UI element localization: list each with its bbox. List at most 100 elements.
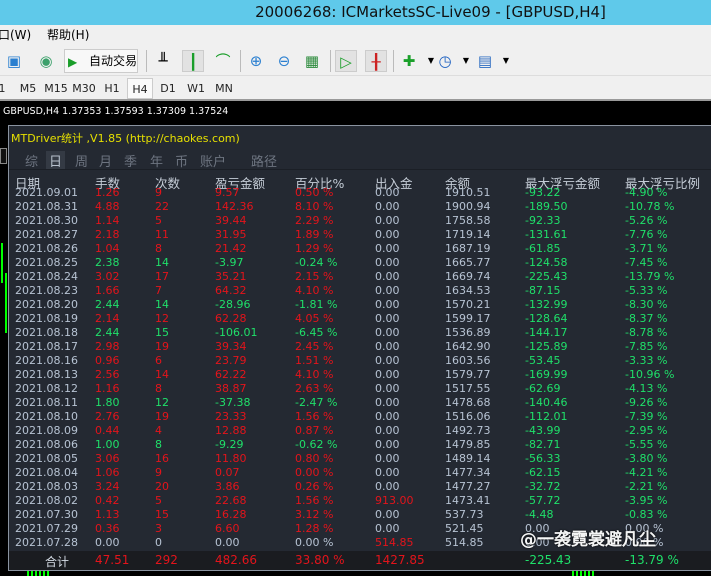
cell: 2021.08.25 [15,256,78,269]
tf-m15[interactable]: M15 [44,78,68,99]
menu-help[interactable]: 帮助(H) [47,25,89,46]
table-row[interactable]: 2021.08.25 2.38 14 -3.97 -0.24 % 0.00 1665.77 -… [9,256,711,270]
watermark: @一袭霓裳避凡尘 [520,530,656,550]
total-lots: 47.51 [95,553,130,567]
tab-8[interactable]: 路径 [251,151,277,170]
tf-h1[interactable]: H1 [100,78,124,99]
cell: 39.44 [215,214,247,227]
table-row[interactable]: 2021.08.05 3.06 16 11.80 0.80 % 0.00 1489.14 -5… [9,452,711,466]
cell: -10.96 % [625,368,675,381]
table-row[interactable]: 2021.08.02 0.42 5 22.68 1.56 % 913.00 1473.41 -… [9,494,711,508]
table-row[interactable]: 2021.08.17 2.98 19 39.34 2.45 % 0.00 1642.90 -1… [9,340,711,354]
cell: 2.45 % [295,340,334,353]
table-row[interactable]: 2021.08.24 3.02 17 35.21 2.15 % 0.00 1669.74 -2… [9,270,711,284]
line-chart-icon[interactable]: ⌒ [212,50,234,72]
tf-m1[interactable]: 1 [0,78,14,99]
table-row[interactable]: 2021.08.12 1.16 8 38.87 2.63 % 0.00 1517.55 -62… [9,382,711,396]
signal-icon[interactable]: ◉ [35,50,57,72]
cell: 521.45 [445,522,484,535]
auto-scroll-icon[interactable]: ▷ [335,50,357,72]
cell: 1.29 % [295,242,334,255]
cell: 2021.08.26 [15,242,78,255]
tab-2[interactable]: 周 [75,151,88,170]
cell: -2.95 % [625,424,668,437]
table-row[interactable]: 2021.08.27 2.18 11 31.95 1.89 % 0.00 1719.14 -1… [9,228,711,242]
table-row[interactable]: 2021.08.13 2.56 14 62.22 4.10 % 0.00 1579.77 -1… [9,368,711,382]
cell: 15 [155,326,169,339]
table-row[interactable]: 2021.08.31 4.88 22 142.36 8.10 % 0.00 1900.94 -… [9,200,711,214]
table-row[interactable]: 2021.08.18 2.44 15 -106.01 -6.45 % 0.00 1536.8… [9,326,711,340]
cell: 2.44 [95,326,120,339]
cell: 11.80 [215,452,247,465]
cell: 4 [155,424,162,437]
table-row[interactable]: 2021.08.04 1.06 9 0.07 0.00 % 0.00 1477.34 -62.… [9,466,711,480]
cell: 0.80 % [295,452,334,465]
indicators-add-icon[interactable]: ✚ [398,50,420,72]
cell: 0.00 [375,186,400,199]
terminal-icon[interactable]: ▣ [3,50,25,72]
bar-chart-icon[interactable]: ╨ [152,50,174,72]
table-row[interactable]: 2021.08.26 1.04 8 21.42 1.29 % 0.00 1687.19 -61… [9,242,711,256]
zoom-in-icon[interactable]: ⊕ [245,50,267,72]
table-row[interactable]: 2021.08.20 2.44 14 -28.96 -1.81 % 0.00 1570.21… [9,298,711,312]
cell: 0.00 [375,256,400,269]
cell: 537.73 [445,508,484,521]
menu-window[interactable]: 口(W) [0,25,31,46]
table-row[interactable]: 2021.08.10 2.76 19 23.33 1.56 % 0.00 1516.06 -1… [9,410,711,424]
table-row[interactable]: 2021.08.03 3.24 20 3.86 0.26 % 0.00 1477.27 -32… [9,480,711,494]
cell: -3.97 [215,256,244,269]
cell: 1.06 [95,466,120,479]
cell: 11 [155,228,169,241]
table-row[interactable]: 2021.08.11 1.80 12 -37.38 -2.47 % 0.00 1478.68… [9,396,711,410]
cell: -3.95 % [625,494,668,507]
cell: 0.36 [95,522,120,535]
zoom-out-icon[interactable]: ⊖ [273,50,295,72]
cell: 0.00 [375,410,400,423]
chevron-down-icon[interactable]: ▼ [495,50,517,72]
tf-mn[interactable]: MN [212,78,236,99]
autotrade-button[interactable]: ▶ 自动交易 [64,49,138,73]
cell: -9.29 [215,438,244,451]
table-row[interactable]: 2021.07.30 1.13 15 16.28 3.12 % 0.00 537.73 -4.… [9,508,711,522]
cell: 1634.53 [445,284,491,297]
cell: -9.26 % [625,396,668,409]
tf-d1[interactable]: D1 [156,78,180,99]
cell: -62.69 [525,382,561,395]
tf-w1[interactable]: W1 [184,78,208,99]
tf-h4[interactable]: H4 [127,78,153,99]
candlestick-icon[interactable]: ┃ [182,50,204,72]
table-row[interactable]: 2021.08.19 2.14 12 62.28 4.05 % 0.00 1599.17 -1… [9,312,711,326]
table-row[interactable]: 2021.08.30 1.14 5 39.44 2.29 % 0.00 1758.58 -92… [9,214,711,228]
tile-windows-icon[interactable]: ▦ [301,50,323,72]
cell: 2021.08.20 [15,298,78,311]
chart-shift-icon[interactable]: ╂ [365,50,387,72]
table-row[interactable]: 2021.08.16 0.96 6 23.79 1.51 % 0.00 1603.56 -53… [9,354,711,368]
cell: 0.00 % [295,536,334,549]
clock-icon[interactable]: ◷ [434,50,456,72]
cell: 0.00 [375,214,400,227]
tab-0[interactable]: 综 [25,151,38,170]
cell: 1.80 [95,396,120,409]
cell: 2.63 % [295,382,334,395]
tf-m30[interactable]: M30 [72,78,96,99]
table-row[interactable]: 2021.09.01 1.26 9 9.57 0.50 % 0.00 1910.51 -93.… [9,186,711,200]
cell: 5 [155,214,162,227]
tab-3[interactable]: 月 [99,151,112,170]
cell: 2021.08.10 [15,410,78,423]
side-button[interactable] [0,148,7,164]
panel-title: MTDriver统计 ,V1.85 (http://chaokes.com) [11,132,240,145]
table-row[interactable]: 2021.08.23 1.66 7 64.32 4.10 % 0.00 1634.53 -87… [9,284,711,298]
table-row[interactable]: 2021.08.09 0.44 4 12.88 0.87 % 0.00 1492.73 -43… [9,424,711,438]
templates-icon[interactable]: ▤ [474,50,496,72]
cell: 22 [155,200,169,213]
tab-1[interactable]: 日 [46,151,66,170]
tab-4[interactable]: 季 [124,151,137,170]
cell: -61.85 [525,242,561,255]
table-row[interactable]: 2021.08.06 1.00 8 -9.29 -0.62 % 0.00 1479.85 -8… [9,438,711,452]
tab-5[interactable]: 年 [150,151,163,170]
tab-6[interactable]: 币 [175,151,188,170]
tab-7[interactable]: 账户 [200,151,226,170]
tf-m5[interactable]: M5 [16,78,40,99]
cell: 1.89 % [295,228,334,241]
cell: 6 [155,354,162,367]
